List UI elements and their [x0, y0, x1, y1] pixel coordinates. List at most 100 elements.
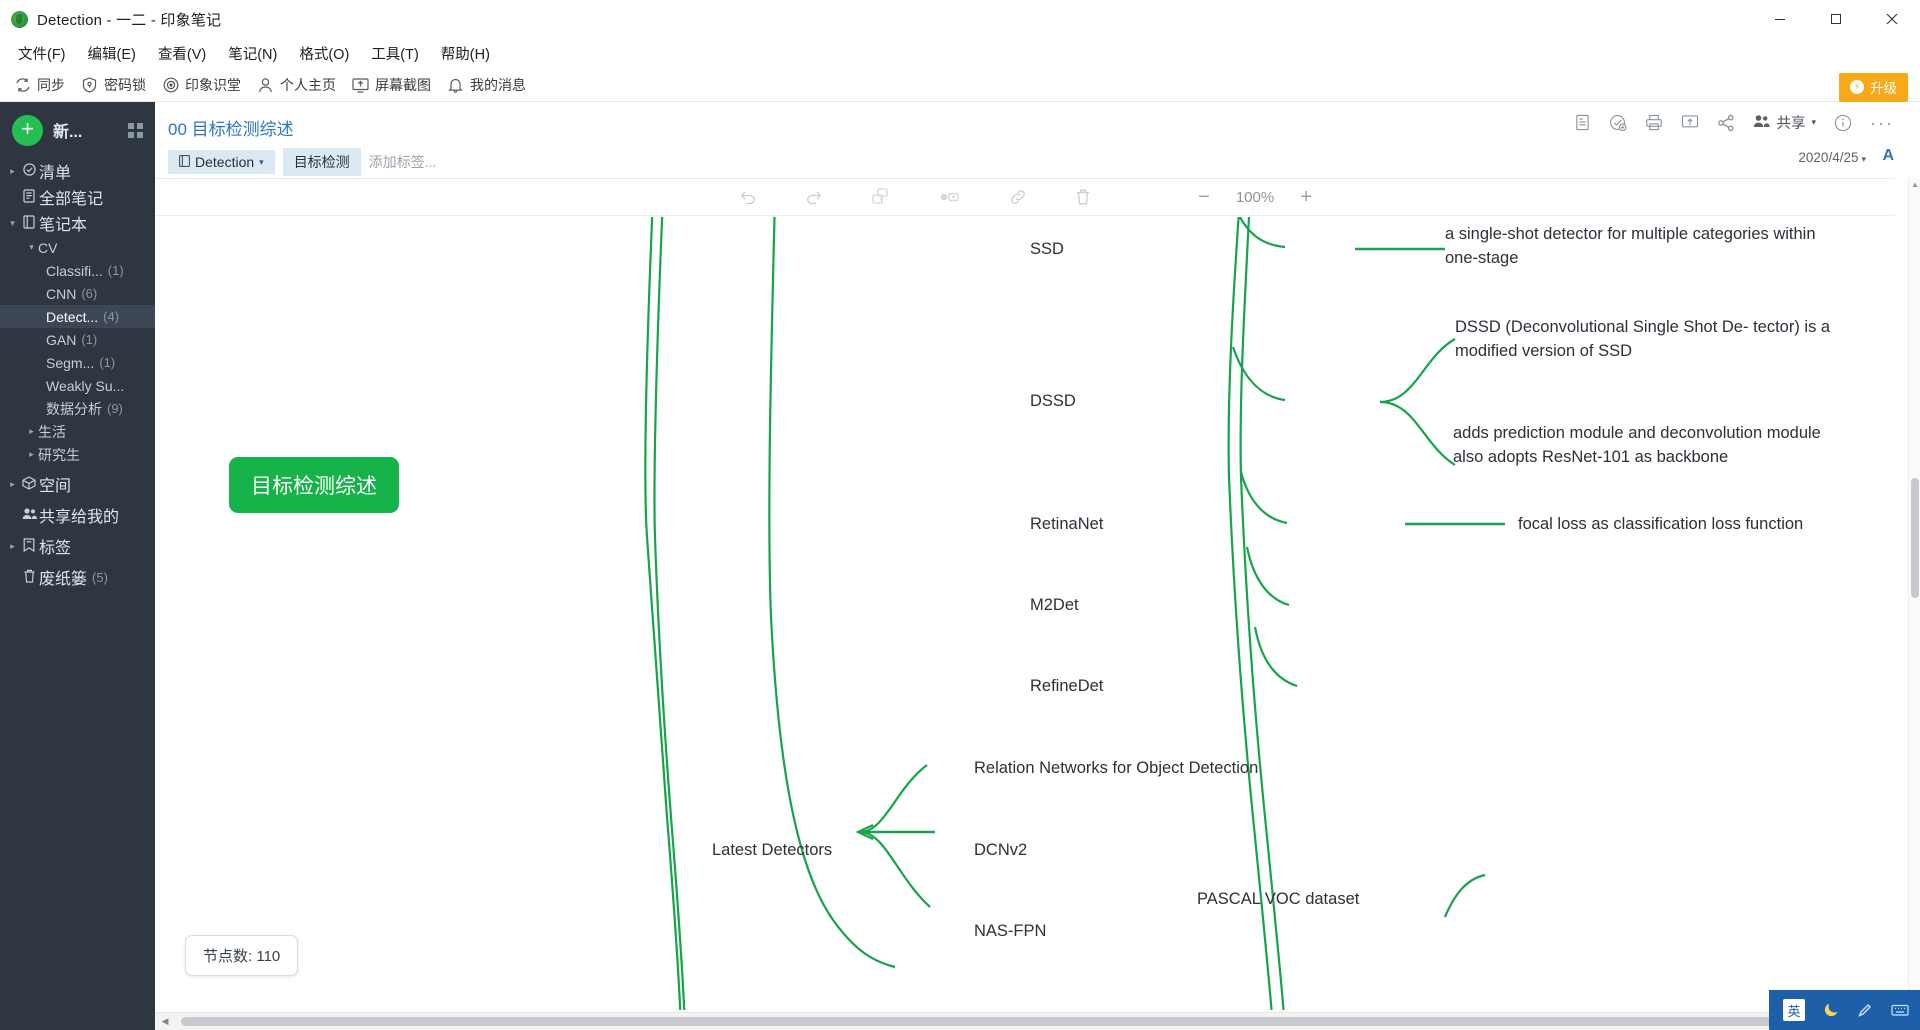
- redo-icon[interactable]: [804, 187, 824, 207]
- mindmap-node-ssd-desc[interactable]: a single-shot detector for multiple cate…: [1445, 222, 1816, 270]
- sidebar-item-count: (1): [107, 263, 124, 278]
- menu-help[interactable]: 帮助(H): [431, 40, 500, 67]
- chevron-right-icon[interactable]: ▸: [6, 166, 19, 177]
- horizontal-scroll-thumb[interactable]: [181, 1017, 1801, 1026]
- sidebar-item-gan[interactable]: GAN (1): [0, 328, 155, 351]
- share-button[interactable]: 共享 ▾: [1753, 112, 1816, 133]
- present-icon[interactable]: [1681, 114, 1699, 132]
- keyboard-icon[interactable]: [1891, 1003, 1909, 1017]
- zoom-in-button[interactable]: +: [1300, 186, 1312, 209]
- more-icon[interactable]: ···: [1870, 114, 1894, 132]
- sidebar-item-graduate[interactable]: ▸ 研究生: [0, 443, 155, 466]
- sidebar-item-shared-with-me[interactable]: 共享给我的: [0, 502, 155, 528]
- minimize-button[interactable]: [1752, 0, 1808, 38]
- new-note-row[interactable]: + 新...: [0, 102, 155, 158]
- vertical-scrollbar[interactable]: ▲ ▼: [1908, 178, 1920, 1010]
- tag-chip[interactable]: 目标检测: [282, 148, 361, 176]
- note-info-icon[interactable]: [1574, 114, 1591, 131]
- mindmap-node-retinanet-desc[interactable]: focal loss as classification loss functi…: [1518, 512, 1803, 536]
- mindmap-node-relation-networks[interactable]: Relation Networks for Object Detection: [974, 756, 1258, 780]
- plus-icon[interactable]: +: [12, 114, 43, 146]
- sidebar-item-notebooks[interactable]: ▾ 笔记本: [0, 210, 155, 236]
- home-button[interactable]: 个人主页: [257, 75, 336, 95]
- menu-tools[interactable]: 工具(T): [361, 40, 429, 67]
- upgrade-button[interactable]: ⚡ 升级: [1839, 73, 1908, 102]
- sidebar-item-classification[interactable]: Classifi... (1): [0, 259, 155, 282]
- chevron-down-icon[interactable]: ▾: [25, 242, 38, 253]
- notebook-chip[interactable]: Detection ▾: [168, 150, 275, 174]
- menu-note[interactable]: 笔记(N): [218, 40, 287, 67]
- sidebar-item-all-notes[interactable]: 全部笔记: [0, 184, 155, 210]
- mindmap-node-nas-fpn[interactable]: NAS-FPN: [974, 919, 1046, 943]
- chevron-right-icon[interactable]: ▸: [25, 449, 38, 460]
- mindmap-node-retinanet[interactable]: RetinaNet: [1030, 512, 1103, 536]
- chevron-down-icon[interactable]: ▾: [1811, 117, 1816, 128]
- moon-icon[interactable]: [1823, 1002, 1839, 1018]
- share-link-icon[interactable]: [1717, 114, 1735, 132]
- discover-button[interactable]: 印象识堂: [162, 75, 241, 95]
- menu-view[interactable]: 查看(V): [148, 40, 216, 67]
- vertical-scroll-thumb[interactable]: [1911, 478, 1919, 598]
- sidebar-item-data-analysis[interactable]: 数据分析 (9): [0, 397, 155, 420]
- sidebar-item-cnn[interactable]: CNN (6): [0, 282, 155, 305]
- sidebar-item-tags[interactable]: ▸ 标签: [0, 533, 155, 559]
- link-icon[interactable]: [1008, 187, 1028, 207]
- sync-button[interactable]: 同步: [14, 75, 65, 95]
- ime-indicator[interactable]: 英: [1783, 999, 1805, 1021]
- mindmap-center-node[interactable]: 目标检测综述: [229, 457, 399, 513]
- mindmap-node-dssd[interactable]: DSSD: [1030, 389, 1076, 413]
- scroll-up-arrow[interactable]: ▲: [1909, 180, 1920, 194]
- screenshot-button[interactable]: 屏幕截图: [352, 75, 431, 95]
- page-title[interactable]: 00 目标检测综述: [168, 115, 294, 140]
- add-child-icon[interactable]: [938, 187, 962, 207]
- mindmap-node-ssd[interactable]: SSD: [1030, 237, 1064, 261]
- menu-file[interactable]: 文件(F): [8, 40, 76, 67]
- mindmap-canvas[interactable]: 目标检测综述 SSD a single-shot detector for mu…: [155, 217, 1895, 1010]
- sidebar-item-tasks[interactable]: ▸ 清单: [0, 158, 155, 184]
- mindmap-node-m2det[interactable]: M2Det: [1030, 593, 1079, 617]
- messages-button[interactable]: 我的消息: [447, 75, 526, 95]
- note-date[interactable]: 2020/4/25 ▾: [1798, 150, 1866, 165]
- sidebar-item-detection[interactable]: Detect... (4): [0, 305, 155, 328]
- mindmap-node-dssd-desc-2[interactable]: adds prediction module and deconvolution…: [1453, 421, 1821, 469]
- add-tag-input[interactable]: 添加标签...: [369, 152, 437, 172]
- sidebar-item-trash[interactable]: 废纸篓 (5): [0, 564, 155, 590]
- sidebar-item-life[interactable]: ▸ 生活: [0, 420, 155, 443]
- scroll-left-arrow[interactable]: ◀: [155, 1016, 175, 1027]
- sidebar-item-spaces[interactable]: ▸ 空间: [0, 471, 155, 497]
- chevron-right-icon[interactable]: ▸: [6, 479, 19, 490]
- undo-icon[interactable]: [738, 187, 758, 207]
- delete-icon[interactable]: [1074, 187, 1092, 207]
- sidebar-item-segmentation[interactable]: Segm... (1): [0, 351, 155, 374]
- mindmap-node-refinedet[interactable]: RefineDet: [1030, 674, 1103, 698]
- info-circle-icon[interactable]: [1834, 114, 1852, 132]
- print-icon[interactable]: [1645, 114, 1663, 131]
- zoom-out-button[interactable]: −: [1198, 186, 1210, 209]
- sidebar-item-cv[interactable]: ▾ CV: [0, 236, 155, 259]
- sidebar-item-weakly-supervised[interactable]: Weakly Su...: [0, 374, 155, 397]
- mindmap-node-dssd-desc-1[interactable]: DSSD (Deconvolutional Single Shot De- te…: [1455, 315, 1830, 363]
- chevron-down-icon[interactable]: ▾: [259, 157, 264, 168]
- add-sibling-icon[interactable]: [870, 187, 892, 207]
- chevron-down-icon[interactable]: ▾: [1861, 154, 1866, 164]
- mindmap-node-dcnv2[interactable]: DCNv2: [974, 838, 1027, 862]
- grid-icon[interactable]: [128, 122, 143, 138]
- task-add-icon[interactable]: [1609, 114, 1628, 132]
- chevron-right-icon[interactable]: ▸: [25, 426, 38, 437]
- maximize-button[interactable]: [1808, 0, 1864, 38]
- font-color-icon[interactable]: A: [1882, 147, 1894, 165]
- horizontal-scrollbar[interactable]: ◀: [155, 1012, 1895, 1030]
- mindmap-node-pascal-voc[interactable]: PASCAL VOC dataset: [1197, 887, 1359, 911]
- pen-icon[interactable]: [1857, 1002, 1873, 1018]
- chevron-right-icon[interactable]: ▸: [6, 541, 19, 552]
- menu-edit[interactable]: 编辑(E): [78, 40, 146, 67]
- note-meta-row: Detection ▾ 目标检测 添加标签...: [168, 148, 436, 176]
- chevron-down-icon[interactable]: ▾: [6, 218, 19, 229]
- window-title: Detection - 一二 - 印象笔记: [37, 11, 222, 29]
- menu-format[interactable]: 格式(O): [289, 40, 359, 67]
- mindmap-node-latest-detectors[interactable]: Latest Detectors: [712, 838, 832, 862]
- sidebar-item-label: 全部笔记: [39, 191, 104, 208]
- sidebar-item-label: GAN: [46, 331, 77, 348]
- close-button[interactable]: [1864, 0, 1920, 38]
- password-lock-button[interactable]: 密码锁: [81, 75, 146, 95]
